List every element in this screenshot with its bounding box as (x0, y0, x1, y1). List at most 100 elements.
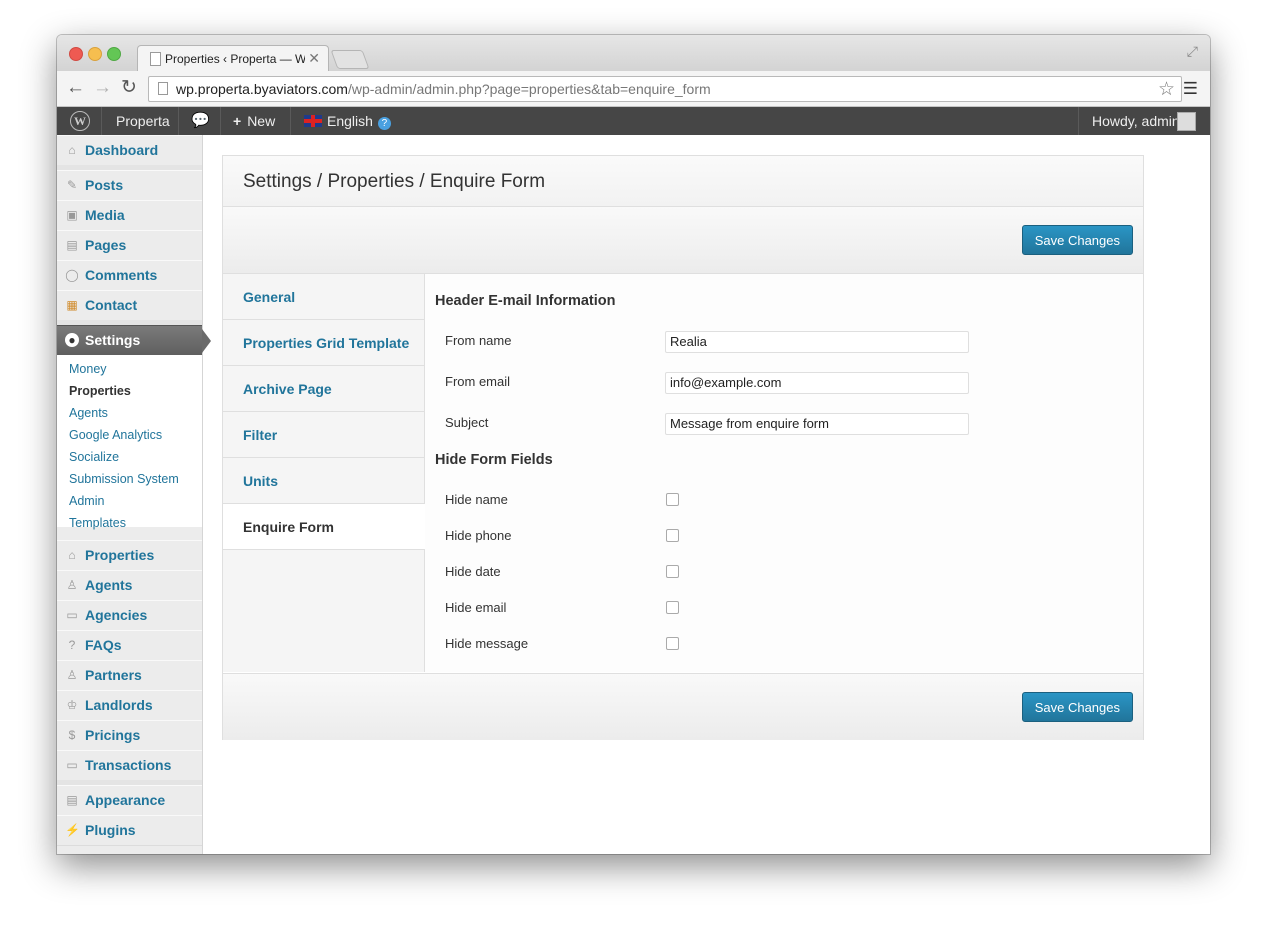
separator (220, 107, 221, 135)
subject-input[interactable] (665, 413, 969, 435)
tab-properties-grid-template[interactable]: Properties Grid Template (223, 320, 424, 366)
plug-icon: ⚡ (65, 823, 80, 837)
top-action-bar: Save Changes (223, 207, 1143, 274)
menu-item-dashboard[interactable]: ⌂ Dashboard (57, 135, 202, 166)
settings-submenu: Money Properties Agents Google Analytics… (57, 355, 202, 530)
fullscreen-icon[interactable]: ⤢ (1187, 43, 1198, 60)
page-title: Settings / Properties / Enquire Form (243, 171, 546, 192)
from-email-input[interactable] (665, 372, 969, 394)
admin-menu: ⌂ Dashboard ✎ Posts ▣ Media ▤ Pages ◯ Comment… (57, 135, 211, 854)
menu-item-properties[interactable]: ⌂ Properties (57, 540, 202, 571)
crown-icon: ♔ (66, 698, 78, 712)
enquire-form-settings: Header E-mail Information From name From… (425, 274, 1143, 672)
appearance-icon: ▤ (66, 793, 78, 807)
menu-item-media[interactable]: ▣ Media (57, 200, 202, 231)
menu-item-agencies[interactable]: ▭ Agencies (57, 600, 202, 631)
submenu-item-submission-system[interactable]: Submission System (69, 472, 179, 486)
from-name-label: From name (445, 333, 512, 348)
dollar-icon: $ (68, 728, 76, 742)
briefcase-icon: ▭ (66, 608, 78, 622)
minimize-window-button[interactable] (88, 47, 102, 61)
media-icon: ▣ (66, 208, 78, 222)
reload-icon[interactable]: ↻ (121, 78, 137, 98)
menu-item-settings[interactable]: ● Settings (57, 325, 211, 356)
separator (1078, 107, 1079, 135)
plus-icon: + (233, 113, 242, 129)
section-title-header-email: Header E-mail Information (435, 293, 616, 309)
submenu-item-socialize[interactable]: Socialize (69, 450, 119, 464)
tab-units[interactable]: Units (223, 458, 424, 504)
submenu-item-google-analytics[interactable]: Google Analytics (69, 428, 162, 442)
contact-icon: ▦ (66, 298, 78, 312)
menu-item-transactions[interactable]: ▭ Transactions (57, 750, 202, 781)
wp-admin-bar: W Properta 💬 + New English? Howdy, admin (57, 107, 1210, 135)
back-arrow-icon[interactable]: ← (66, 78, 85, 98)
save-changes-button-top[interactable]: Save Changes (1021, 225, 1133, 255)
hamburger-menu-icon[interactable]: ☰ (1183, 79, 1198, 99)
address-bar[interactable]: wp.properta.byaviators.com/wp-admin/admi… (148, 76, 1182, 102)
menu-item-agents[interactable]: ♙ Agents (57, 570, 202, 601)
menu-item-pricings[interactable]: $ Pricings (57, 720, 202, 751)
menu-item-posts[interactable]: ✎ Posts (57, 170, 202, 201)
new-tab-button[interactable] (330, 50, 370, 69)
help-icon[interactable]: ? (377, 117, 391, 130)
pages-icon: ▤ (66, 238, 78, 252)
hide-phone-checkbox[interactable] (666, 529, 679, 542)
tab-archive-page[interactable]: Archive Page (223, 366, 424, 412)
menu-item-landlords[interactable]: ♔ Landlords (57, 690, 202, 721)
menu-item-contact[interactable]: ▦ Contact (57, 290, 202, 321)
browser-tab[interactable]: Properties ‹ Properta — Wo ✕ (137, 45, 329, 72)
submenu-item-admin[interactable]: Admin (69, 494, 104, 508)
tab-general[interactable]: General (223, 274, 424, 320)
wordpress-logo-icon[interactable]: W (70, 111, 90, 131)
user-icon: ♙ (66, 578, 78, 592)
tab-filter[interactable]: Filter (223, 412, 424, 458)
hide-message-checkbox[interactable] (666, 637, 679, 650)
menu-item-faqs[interactable]: ? FAQs (57, 630, 202, 661)
house-icon: ⌂ (68, 548, 76, 562)
hide-phone-label: Hide phone (445, 528, 512, 543)
bookmark-star-icon[interactable]: ☆ (1158, 78, 1175, 101)
partner-icon: ♙ (66, 668, 78, 682)
hide-name-label: Hide name (445, 492, 508, 507)
menu-item-appearance[interactable]: ▤ Appearance (57, 785, 202, 816)
howdy-account-link[interactable]: Howdy, admin (1092, 107, 1180, 135)
hide-date-label: Hide date (445, 564, 501, 579)
close-window-button[interactable] (69, 47, 83, 61)
home-icon: ⌂ (68, 143, 76, 157)
submenu-item-money[interactable]: Money (69, 362, 107, 376)
forward-arrow-icon[interactable]: → (93, 78, 112, 98)
comment-icon: ◯ (65, 268, 79, 282)
submenu-item-agents[interactable]: Agents (69, 406, 108, 420)
uk-flag-icon (304, 115, 322, 127)
tab-enquire-form[interactable]: Enquire Form (223, 504, 425, 550)
from-name-input[interactable] (665, 331, 969, 353)
site-name-link[interactable]: Properta (116, 107, 170, 135)
hide-date-checkbox[interactable] (666, 565, 679, 578)
zoom-window-button[interactable] (107, 47, 121, 61)
submenu-item-properties[interactable]: Properties (69, 384, 131, 398)
settings-icon: ● (65, 333, 79, 347)
save-changes-button-bottom[interactable]: Save Changes (1021, 692, 1133, 722)
hide-email-checkbox[interactable] (666, 601, 679, 614)
language-switcher[interactable]: English? (304, 107, 391, 135)
from-email-label: From email (445, 374, 511, 389)
menu-item-comments[interactable]: ◯ Comments (57, 260, 202, 291)
separator (178, 107, 179, 135)
browser-window: Properties ‹ Properta — Wo ✕ ⤢ ← → ↻ wp.… (57, 35, 1210, 854)
pin-icon: ✎ (66, 178, 78, 192)
new-content-link[interactable]: + New (233, 107, 275, 135)
hide-message-label: Hide message (445, 636, 529, 651)
page-icon (150, 52, 161, 66)
menu-item-partners[interactable]: ♙ Partners (57, 660, 202, 691)
avatar[interactable] (1177, 112, 1196, 131)
close-tab-icon[interactable]: ✕ (308, 50, 320, 67)
panel-header: Settings / Properties / Enquire Form (223, 156, 1143, 207)
browser-tab-bar: Properties ‹ Properta — Wo ✕ ⤢ (57, 35, 1210, 72)
menu-item-plugins[interactable]: ⚡ Plugins (57, 815, 202, 846)
hide-email-label: Hide email (445, 600, 507, 615)
submenu-item-templates[interactable]: Templates (69, 516, 126, 530)
menu-item-pages[interactable]: ▤ Pages (57, 230, 202, 261)
comments-bubble-icon[interactable]: 💬 (191, 107, 210, 135)
hide-name-checkbox[interactable] (666, 493, 679, 506)
